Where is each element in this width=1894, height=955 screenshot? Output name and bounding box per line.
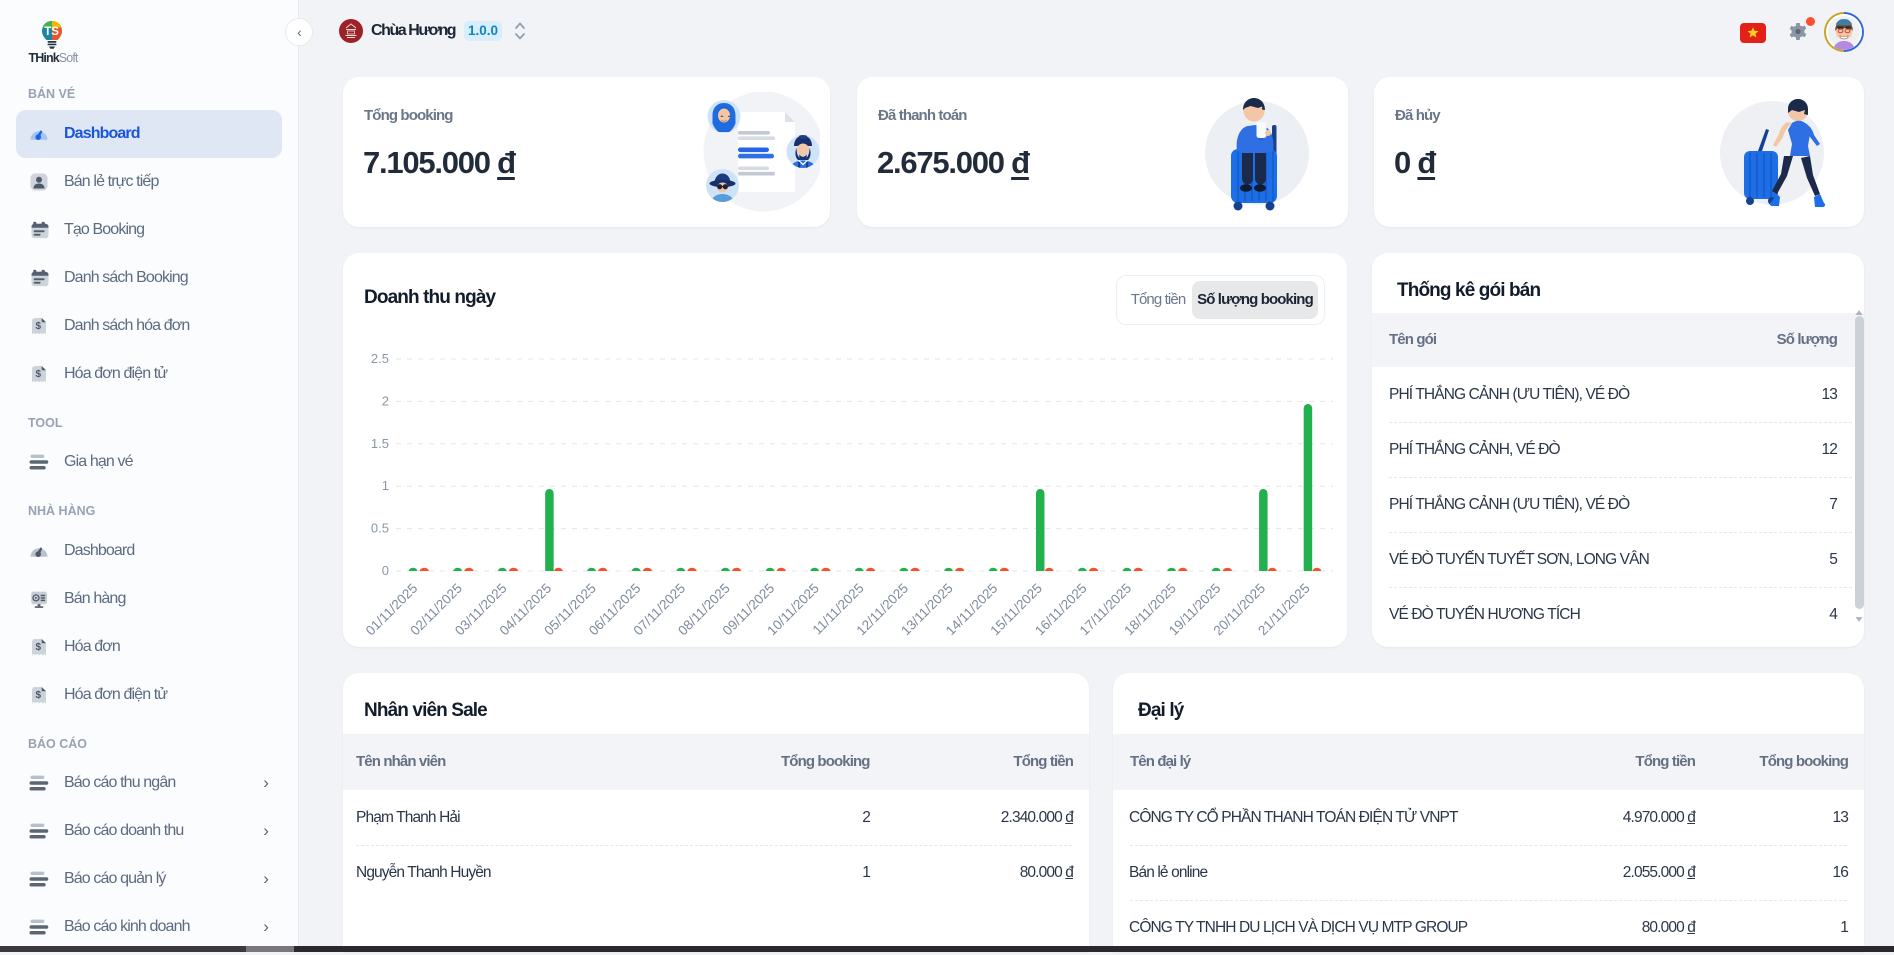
- svg-text:2: 2: [382, 393, 389, 408]
- svg-text:$: $: [36, 369, 42, 380]
- svg-text:2.5: 2.5: [371, 351, 389, 366]
- svg-text:1.5: 1.5: [371, 436, 389, 451]
- svg-text:TS: TS: [44, 26, 59, 38]
- svg-text:1: 1: [382, 478, 389, 493]
- svg-text:$: $: [36, 690, 42, 701]
- svg-text:0: 0: [382, 563, 389, 578]
- svg-text:$: $: [36, 642, 42, 653]
- svg-text:$: $: [36, 321, 42, 332]
- svg-text:0.5: 0.5: [371, 521, 389, 536]
